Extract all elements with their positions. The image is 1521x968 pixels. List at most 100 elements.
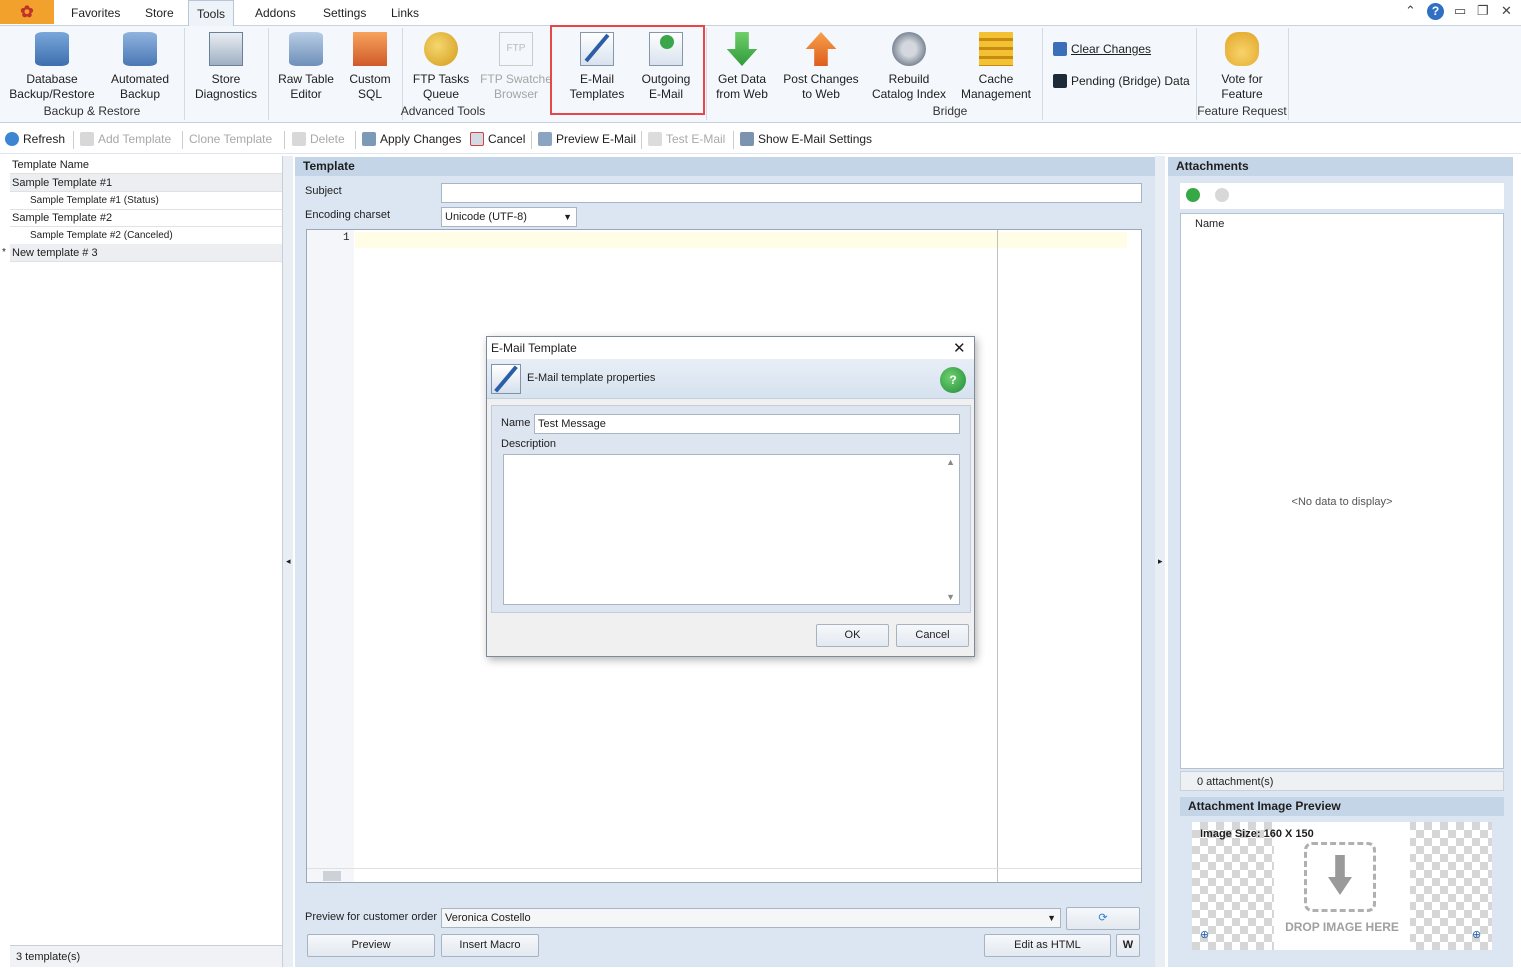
zoom-actual-icon[interactable]: ⊕ [1200,928,1209,941]
toolbar-separator [355,131,356,149]
column-header-name[interactable]: Name [1195,218,1224,230]
help-icon[interactable]: ? [940,367,966,393]
preview-button[interactable]: Preview [307,934,435,957]
button-label: Browser [493,87,538,101]
add-attachment-icon[interactable] [1186,188,1200,202]
post-changes-to-web-button[interactable]: Post Changes to Web [780,30,862,102]
automated-backup-button[interactable]: Automated Backup [104,30,176,102]
scroll-thumb[interactable] [323,871,341,881]
insert-macro-button[interactable]: Insert Macro [441,934,539,957]
show-email-settings-button[interactable]: Show E-Mail Settings [740,132,872,146]
minimize-icon[interactable]: ▭ [1454,3,1466,19]
list-item[interactable]: Sample Template #1 (Status) [10,192,282,210]
tab-favorites[interactable]: Favorites [63,0,128,26]
image-drop-area[interactable]: Image Size: 160 X 150 DROP IMAGE HERE ⊕ … [1192,822,1492,950]
delete-button[interactable]: Delete [292,132,345,146]
list-item[interactable]: Sample Template #1 [10,174,282,192]
collapse-ribbon-icon[interactable]: ⌃ [1405,3,1416,19]
ftp-swatches-browser-button[interactable]: FTP FTP Swatche Browser [479,30,553,102]
download-icon [726,32,758,66]
chevron-left-icon[interactable]: ◂ [286,556,291,567]
database-backup-restore-button[interactable]: Database Backup/Restore [8,30,96,102]
cancel-toolbar-button[interactable]: Cancel [470,132,525,146]
toolbar-separator [733,131,734,149]
chevron-right-icon[interactable]: ▸ [1158,556,1163,567]
button-label: Show E-Mail Settings [758,132,873,146]
button-label: FTP Tasks [412,72,470,86]
custom-sql-button[interactable]: Custom SQL [343,30,397,102]
button-label: Add Template [98,132,172,146]
tab-store[interactable]: Store [137,0,182,26]
cancel-button[interactable]: Cancel [896,624,969,647]
sql-icon [353,32,387,66]
remove-attachment-icon[interactable] [1215,188,1229,202]
right-splitter[interactable]: ▸ [1155,156,1165,967]
button-label: Automated [110,72,170,86]
clear-changes-button[interactable]: Clear Changes [1053,42,1151,56]
group-label-bridge: Bridge [932,104,968,118]
current-line-highlight [355,232,1127,248]
preview-order-label: Preview for customer order [305,911,438,923]
tab-tools[interactable]: Tools [188,0,235,27]
ok-button[interactable]: OK [816,624,889,647]
button-label: Management [960,87,1032,101]
dialog-form: Name Test Message Description ▲ ▼ [491,405,971,613]
empty-message: <No data to display> [1291,496,1393,508]
vote-for-feature-button[interactable]: Vote for Feature [1206,30,1278,102]
test-email-button[interactable]: Test E-Mail [648,132,725,146]
line-gutter [307,230,354,882]
rebuild-catalog-index-button[interactable]: Rebuild Catalog Index [868,30,950,102]
customer-value: Veronica Costello [445,912,531,924]
left-splitter[interactable]: ◂ [283,156,293,967]
app-menu-button[interactable]: ✿ [0,0,54,24]
drop-label: DROP IMAGE HERE [1285,920,1399,934]
horizontal-scrollbar[interactable] [307,868,1141,882]
subject-label: Subject [305,185,342,197]
diagnostics-icon [209,32,243,66]
description-textarea[interactable]: ▲ ▼ [503,454,960,605]
list-item[interactable]: Sample Template #2 [10,209,282,227]
word-icon[interactable]: W [1116,934,1140,957]
panel-title: Attachments [1168,157,1513,176]
scroll-up-icon[interactable]: ▲ [946,457,955,467]
zoom-icon[interactable]: ⊕ [1472,928,1481,941]
refresh-button[interactable]: Refresh [5,132,65,146]
button-label: Database [26,72,78,86]
refresh-preview-button[interactable]: ⟳ [1066,907,1140,930]
tab-links[interactable]: Links [383,0,427,26]
button-label: Backup [119,87,161,101]
name-input[interactable]: Test Message [534,414,960,434]
chevron-down-icon: ▼ [1047,913,1056,923]
close-icon[interactable]: ✕ [953,338,966,360]
table-editor-icon [289,32,323,66]
cache-management-button[interactable]: Cache Management [956,30,1036,102]
ftp-tasks-queue-button[interactable]: FTP Tasks Queue [409,30,473,102]
scroll-down-icon[interactable]: ▼ [946,592,955,602]
store-diagnostics-button[interactable]: Store Diagnostics [190,30,262,102]
new-row-indicator-icon: * [2,247,6,258]
raw-table-editor-button[interactable]: Raw Table Editor [274,30,338,102]
attachments-grid[interactable]: Name <No data to display> [1180,213,1504,769]
add-template-button[interactable]: Add Template [80,132,171,146]
upload-icon [805,32,837,66]
vertical-scrollbar[interactable] [1125,230,1141,866]
preview-email-button[interactable]: Preview E-Mail [538,132,636,146]
tab-settings[interactable]: Settings [315,0,374,26]
get-data-from-web-button[interactable]: Get Data from Web [712,30,772,102]
close-icon[interactable]: ✕ [1501,3,1512,19]
pending-bridge-data-button[interactable]: Pending (Bridge) Data [1053,74,1190,88]
refresh-icon [5,132,19,146]
subject-input[interactable] [441,183,1142,203]
customer-order-select[interactable]: Veronica Costello ▼ [441,908,1061,928]
help-icon[interactable]: ? [1427,3,1444,20]
edit-as-html-button[interactable]: Edit as HTML [984,934,1111,957]
encoding-select[interactable]: Unicode (UTF-8) ▼ [441,207,577,227]
restore-icon[interactable]: ❐ [1477,3,1489,19]
list-item[interactable]: New template # 3 [10,244,282,262]
list-header[interactable]: Template Name [10,156,282,174]
tab-addons[interactable]: Addons [247,0,304,26]
clone-template-button[interactable]: Clone Template [189,132,272,146]
app-logo-icon: ✿ [20,4,34,21]
apply-changes-button[interactable]: Apply Changes [362,132,461,146]
list-item[interactable]: Sample Template #2 (Canceled) [10,227,282,245]
